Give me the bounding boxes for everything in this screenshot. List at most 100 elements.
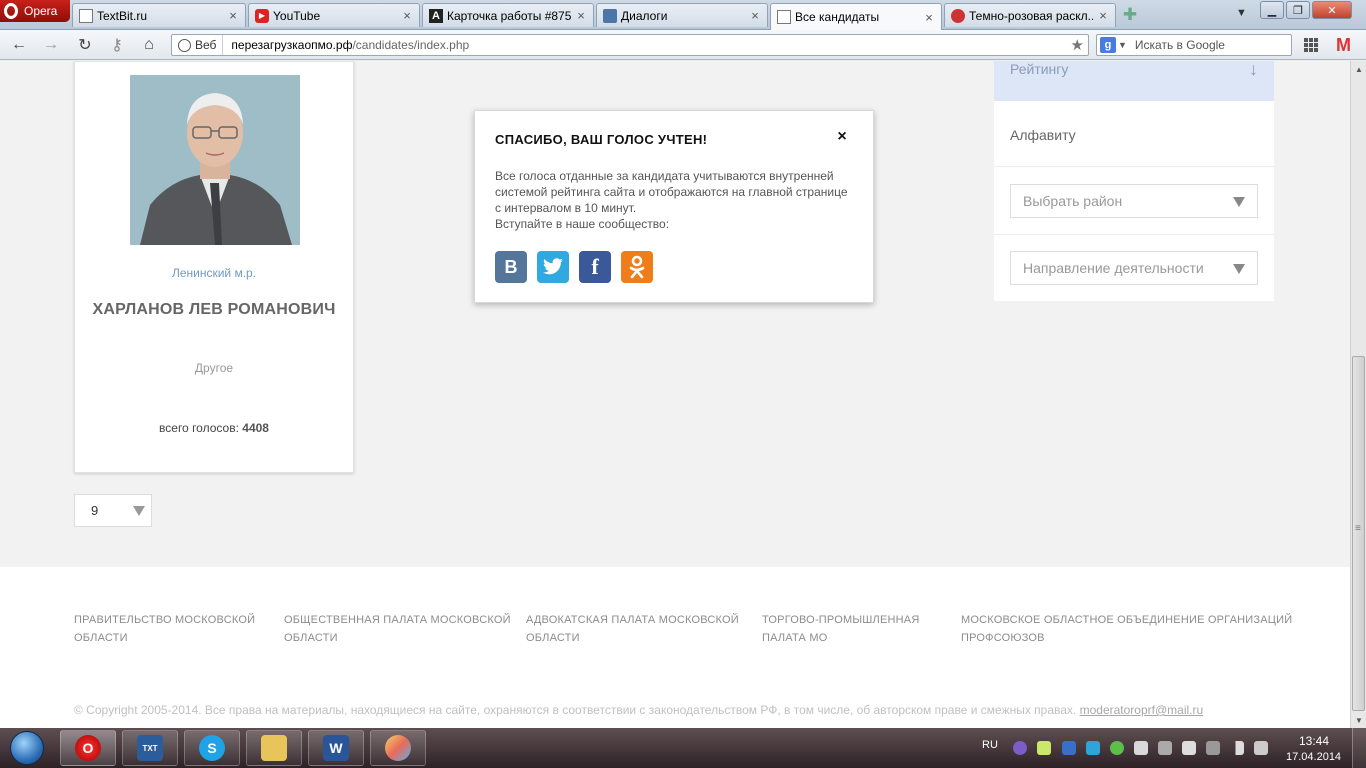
show-desktop-button[interactable] (1352, 728, 1366, 768)
arrow-down-icon: ↓ (1249, 61, 1258, 79)
candidate-card[interactable]: Ленинский м.р. ХАРЛАНОВ ЛЕВ РОМАНОВИЧ Др… (74, 61, 354, 473)
footer-link-public-chamber[interactable]: ОБЩЕСТВЕННАЯ ПАЛАТА МОСКОВСКОЙ ОБЛАСТИ (284, 611, 511, 647)
close-icon[interactable]: × (227, 8, 239, 23)
page-icon (79, 8, 93, 23)
footer-link-trade-unions[interactable]: МОСКОВСКОЕ ОБЛАСТНОЕ ОБЪЕДИНЕНИЕ ОРГАНИЗ… (961, 611, 1292, 647)
opera-menu-button[interactable]: Opera (0, 0, 70, 22)
chevron-down-icon[interactable]: ▼ (1118, 40, 1127, 50)
language-indicator[interactable]: RU (982, 739, 998, 751)
url-text[interactable]: перезагрузкаопмо.рф/candidates/index.php (223, 38, 469, 52)
scroll-up-icon[interactable]: ▲ (1351, 61, 1366, 77)
back-arrow-icon[interactable]: ← (8, 35, 30, 55)
search-input[interactable]: g ▼ Искать в Google (1096, 34, 1292, 56)
vk-icon[interactable]: В (495, 251, 527, 283)
display-icon[interactable] (1158, 741, 1172, 755)
forward-arrow-icon[interactable]: → (40, 35, 62, 55)
volume-icon[interactable] (1254, 741, 1268, 755)
gmail-icon[interactable]: M (1336, 35, 1351, 56)
close-icon[interactable]: × (401, 8, 413, 23)
taskbar-word[interactable]: W (308, 730, 364, 766)
star-icon[interactable]: ★ (1071, 36, 1084, 54)
sort-by-rating[interactable]: Рейтингу ↓ (994, 61, 1274, 101)
taskbar-explorer[interactable] (246, 730, 302, 766)
chevron-down-icon (1233, 264, 1245, 274)
footer-link-line: ОБЛАСТИ (526, 632, 580, 644)
scroll-down-icon[interactable]: ▼ (1351, 712, 1366, 728)
home-icon[interactable]: ⌂ (138, 35, 160, 55)
tray-app-icon[interactable] (1037, 741, 1051, 755)
per-page-select[interactable]: 9 (74, 494, 152, 527)
tab-youtube[interactable]: ▶ YouTube × (248, 3, 420, 27)
window-close-button[interactable]: ✕ (1312, 1, 1352, 19)
network-signal-icon[interactable] (1230, 741, 1244, 755)
facebook-icon[interactable]: f (579, 251, 611, 283)
tab-dialogs[interactable]: Диалоги × (596, 3, 768, 27)
twitter-icon[interactable] (537, 251, 569, 283)
new-tab-button[interactable]: ✚ (1121, 5, 1139, 25)
restore-button[interactable]: ❐ (1286, 1, 1310, 19)
chat-icon (603, 8, 617, 23)
modal-title: СПАСИБО, ВАШ ГОЛОС УЧТЕН! (495, 132, 708, 147)
minimize-button[interactable]: ▁ (1260, 1, 1284, 19)
tab-bar: Opera TextBit.ru × ▶ YouTube × A Карточк… (0, 0, 1366, 30)
wand-key-icon[interactable]: ⚷ (106, 35, 128, 55)
clock-date[interactable]: 17.04.2014 (1286, 751, 1341, 763)
close-icon[interactable]: × (749, 8, 761, 23)
speed-dial-grid-icon[interactable] (1304, 38, 1318, 52)
district-select-label: Выбрать район (1023, 193, 1123, 209)
footer-link-line: ОБЛАСТИ (284, 632, 338, 644)
web-badge[interactable]: Веб (172, 35, 224, 55)
tab-list-chevron-icon[interactable]: ▼ (1236, 7, 1247, 19)
odnoklassniki-icon[interactable] (621, 251, 653, 283)
tray-window-icon[interactable] (1134, 741, 1148, 755)
url-host: перезагрузкаопмо.рф (231, 38, 353, 52)
footer-link-trade-chamber[interactable]: ТОРГОВО-ПРОМЫШЛЕННАЯ ПАЛАТА МО (762, 611, 919, 647)
tab-all-candidates[interactable]: Все кандидаты × (770, 3, 942, 30)
moderator-email-link[interactable]: moderatoroprf@mail.ru (1080, 703, 1204, 717)
tab-label: Диалоги (621, 8, 668, 23)
footer-link-bar-chamber[interactable]: АДВОКАТСКАЯ ПАЛАТА МОСКОВСКОЙ ОБЛАСТИ (526, 611, 739, 647)
tab-textbit[interactable]: TextBit.ru × (72, 3, 246, 27)
tab-label: TextBit.ru (97, 8, 148, 23)
close-icon[interactable]: × (1097, 8, 1109, 23)
tray-update-icon[interactable] (1086, 741, 1100, 755)
copyright: © Copyright 2005-2014. Все права на мате… (74, 703, 1203, 717)
taskbar-paint[interactable] (370, 730, 426, 766)
scroll-thumb[interactable] (1352, 356, 1365, 711)
viber-icon[interactable] (1013, 741, 1027, 755)
activity-select-label: Направление деятельности (1023, 260, 1204, 276)
usb-icon[interactable] (1206, 741, 1220, 755)
sort-by-alphabet[interactable]: Алфавиту (994, 101, 1274, 167)
page-content: Ленинский м.р. ХАРЛАНОВ ЛЕВ РОМАНОВИЧ Др… (0, 61, 1350, 728)
reload-icon[interactable]: ↻ (74, 35, 96, 55)
candidate-district[interactable]: Ленинский м.р. (75, 266, 353, 280)
clock-time[interactable]: 13:44 (1299, 734, 1329, 748)
copyright-text: © Copyright 2005-2014. Все права на мате… (74, 703, 1077, 717)
tab-label: Карточка работы #875... (447, 8, 571, 23)
tab-pink-layout[interactable]: Темно-розовая раскл... × (944, 3, 1116, 27)
paint-icon (385, 735, 411, 761)
candidate-name[interactable]: ХАРЛАНОВ ЛЕВ РОМАНОВИЧ (75, 301, 353, 319)
globe-icon (178, 38, 191, 52)
close-icon[interactable]: × (575, 8, 587, 23)
utorrent-icon[interactable] (1110, 741, 1124, 755)
footer-link-government[interactable]: ПРАВИТЕЛЬСТВО МОСКОВСКОЙ ОБЛАСТИ (74, 611, 255, 647)
taskbar-skype[interactable]: S (184, 730, 240, 766)
tab-advego[interactable]: A Карточка работы #875... × (422, 3, 594, 27)
page-scrollbar[interactable]: ▲ ▼ (1350, 61, 1366, 728)
close-icon[interactable]: × (923, 10, 935, 25)
close-icon[interactable]: × (835, 129, 849, 145)
advego-icon: A (429, 8, 443, 23)
district-select[interactable]: Выбрать район (1010, 184, 1258, 218)
taskbar-opera[interactable]: O (60, 730, 116, 766)
activity-select[interactable]: Направление деятельности (1010, 251, 1258, 285)
start-button[interactable] (2, 729, 52, 767)
taskbar-textru[interactable]: TXT (122, 730, 178, 766)
candidate-photo[interactable] (130, 75, 300, 245)
address-field[interactable]: Веб перезагрузкаопмо.рф/candidates/index… (171, 34, 1089, 56)
clipboard-icon[interactable] (1182, 741, 1196, 755)
footer: ПРАВИТЕЛЬСТВО МОСКОВСКОЙ ОБЛАСТИ ОБЩЕСТВ… (0, 567, 1350, 728)
tray-p-icon[interactable] (1062, 741, 1076, 755)
per-page-value: 9 (91, 503, 99, 518)
word-icon: W (323, 735, 349, 761)
